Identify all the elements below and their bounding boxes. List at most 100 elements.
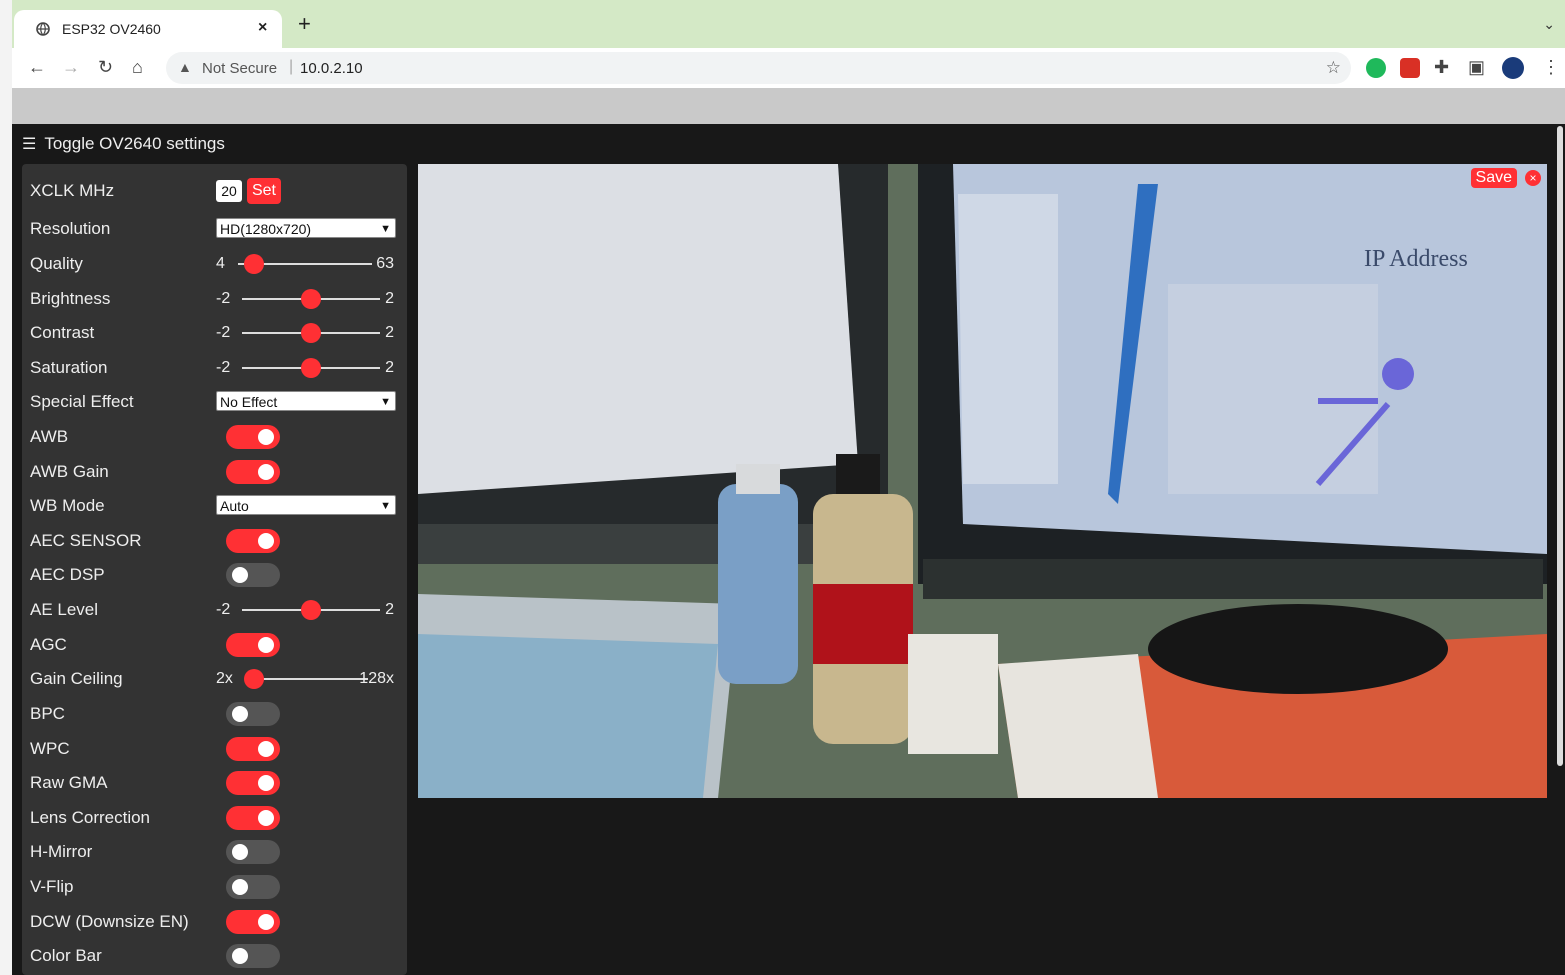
star-icon[interactable]: ☆ [1326, 58, 1341, 78]
menu-toggle[interactable]: ☰ Toggle OV2640 settings [22, 134, 225, 154]
new-tab-icon[interactable]: + [298, 13, 311, 35]
wpc-toggle[interactable] [226, 737, 280, 761]
ae-level-label: AE Level [30, 600, 99, 619]
special-effect-row: Special Effect No Effect ▼ [30, 385, 402, 419]
settings-panel: XCLK MHz 20 Set Resolution HD(1280x720) ▼… [22, 164, 407, 975]
gain-ceiling-max: 128x [359, 670, 394, 687]
forward-icon[interactable]: → [62, 58, 80, 76]
v-flip-toggle[interactable] [226, 875, 280, 899]
side-panel-icon[interactable]: ▣ [1468, 58, 1485, 76]
color-bar-row: Color Bar [30, 939, 402, 973]
extensions-icon[interactable]: ✚ [1434, 58, 1449, 76]
tab-search-chevron-icon[interactable]: ⌄ [1543, 16, 1555, 33]
aec-dsp-label: AEC DSP [30, 565, 105, 584]
bpc-label: BPC [30, 704, 65, 723]
close-icon[interactable]: × [1525, 170, 1541, 186]
brightness-slider[interactable]: -2 2 [216, 282, 398, 316]
grammarly-icon[interactable] [1366, 58, 1386, 78]
wpc-row: WPC [30, 732, 402, 766]
toggle-knob [258, 637, 274, 653]
brightness-label: Brightness [30, 289, 111, 308]
url-separator: | [289, 58, 294, 75]
tab-close-icon[interactable]: × [258, 19, 267, 37]
v-flip-row: V-Flip [30, 870, 402, 904]
home-icon[interactable]: ⌂ [132, 58, 143, 76]
url-text[interactable]: 10.0.2.10 [300, 60, 363, 77]
saturation-label: Saturation [30, 358, 108, 377]
lens-correction-label: Lens Correction [30, 808, 151, 827]
xclk-set-button[interactable]: Set [247, 178, 281, 204]
dcw-row: DCW (Downsize EN) [30, 905, 402, 939]
reload-icon[interactable]: ↻ [98, 58, 113, 76]
warning-icon: ▲ [178, 59, 192, 75]
globe-icon [36, 22, 50, 36]
lens-correction-row: Lens Correction [30, 801, 402, 835]
awb-label: AWB [30, 427, 69, 446]
wb-mode-select[interactable]: Auto ▼ [216, 495, 396, 515]
slide-title: IP Address [1364, 246, 1468, 272]
gain-ceiling-slider[interactable]: 2x 128x [216, 662, 398, 696]
dcw-toggle[interactable] [226, 910, 280, 934]
agc-toggle[interactable] [226, 633, 280, 657]
toggle-knob [232, 567, 248, 583]
resolution-label: Resolution [30, 219, 111, 238]
brightness-min: -2 [216, 290, 231, 307]
slider-thumb[interactable] [301, 358, 321, 378]
profile-avatar[interactable] [1502, 57, 1524, 79]
hamburger-icon: ☰ [22, 136, 37, 153]
saturation-slider[interactable]: -2 2 [216, 351, 398, 385]
bpc-toggle[interactable] [226, 702, 280, 726]
quality-min: 4 [216, 255, 225, 272]
raw-gma-toggle[interactable] [226, 771, 280, 795]
ublock-icon[interactable] [1400, 58, 1420, 78]
aec-dsp-toggle[interactable] [226, 563, 280, 587]
scrollbar[interactable] [1557, 126, 1563, 766]
awb-toggle[interactable] [226, 425, 280, 449]
brightness-row: Brightness -2 2 [30, 282, 402, 316]
contrast-row: Contrast -2 2 [30, 316, 402, 350]
security-label[interactable]: Not Secure [202, 60, 277, 77]
camera-web-server: ☰ Toggle OV2640 settings XCLK MHz 20 Set … [12, 124, 1565, 975]
slider-track [254, 678, 368, 680]
resolution-row: Resolution HD(1280x720) ▼ [30, 212, 402, 246]
toggle-knob [258, 741, 274, 757]
slider-thumb[interactable] [244, 254, 265, 274]
toggle-knob [232, 948, 248, 964]
saturation-max: 2 [385, 359, 394, 376]
resolution-select[interactable]: HD(1280x720) ▼ [216, 218, 396, 238]
more-icon[interactable]: ⋮ [1542, 58, 1560, 76]
contrast-slider[interactable]: -2 2 [216, 316, 398, 350]
slider-thumb[interactable] [301, 289, 321, 309]
address-bar[interactable]: ▲ Not Secure | 10.0.2.10 ☆ [166, 52, 1351, 84]
back-icon[interactable]: ← [28, 58, 46, 76]
lens-correction-toggle[interactable] [226, 806, 280, 830]
quality-row: Quality 4 63 [30, 247, 402, 281]
ae-level-row: AE Level -2 2 [30, 593, 402, 627]
save-button[interactable]: Save [1470, 168, 1517, 188]
aec-dsp-row: AEC DSP [30, 558, 402, 592]
color-bar-toggle[interactable] [226, 944, 280, 968]
raw-gma-label: Raw GMA [30, 773, 108, 792]
agc-label: AGC [30, 635, 67, 654]
h-mirror-toggle[interactable] [226, 840, 280, 864]
awb-gain-label: AWB Gain [30, 462, 109, 481]
slider-thumb[interactable] [301, 323, 321, 343]
slider-thumb[interactable] [301, 600, 321, 620]
awb-gain-toggle[interactable] [226, 460, 280, 484]
aec-sensor-toggle[interactable] [226, 529, 280, 553]
browser-tab[interactable]: ESP32 OV2460 × [14, 10, 282, 48]
slider-thumb[interactable] [244, 669, 264, 689]
ae-level-slider[interactable]: -2 2 [216, 593, 398, 627]
dcw-label: DCW (Downsize EN) [30, 912, 189, 931]
toggle-knob [258, 464, 274, 480]
tab-title: ESP32 OV2460 [62, 21, 161, 37]
toggle-knob [258, 914, 274, 930]
chevron-down-icon: ▼ [380, 500, 391, 512]
quality-slider[interactable]: 4 63 [216, 247, 398, 281]
xclk-input[interactable]: 20 [216, 180, 242, 202]
contrast-min: -2 [216, 324, 231, 341]
xclk-row: XCLK MHz 20 Set [30, 174, 402, 208]
gain-ceiling-label: Gain Ceiling [30, 669, 123, 688]
page-header-band [12, 88, 1565, 126]
special-effect-select[interactable]: No Effect ▼ [216, 391, 396, 411]
